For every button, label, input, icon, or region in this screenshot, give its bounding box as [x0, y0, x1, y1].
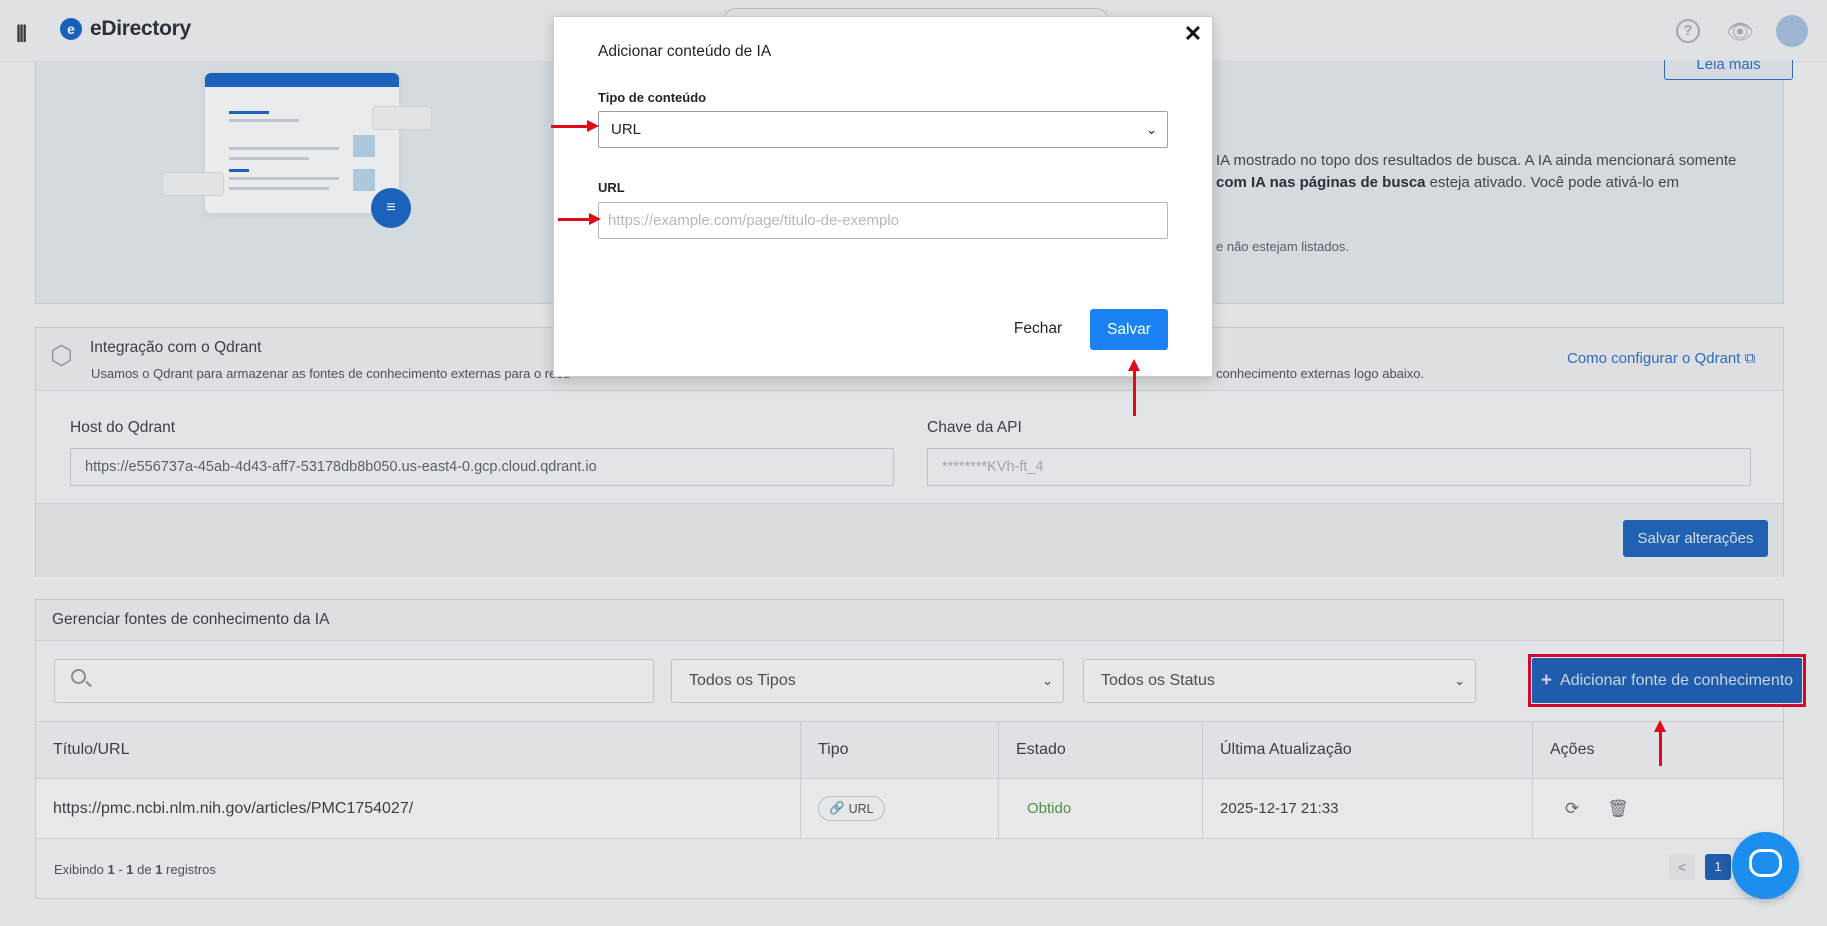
url-label: URL: [598, 180, 625, 195]
annotation-arrow-save: [1128, 359, 1140, 416]
content-type-label: Tipo de conteúdo: [598, 90, 707, 105]
content-type-select[interactable]: URL ⌄: [598, 111, 1168, 148]
close-icon[interactable]: ✕: [1182, 23, 1204, 45]
url-input[interactable]: [598, 202, 1168, 239]
close-button[interactable]: Fechar: [1003, 309, 1073, 349]
annotation-arrow-content-type: [551, 120, 599, 132]
save-button[interactable]: Salvar: [1090, 309, 1168, 350]
annotation-arrow-url: [558, 213, 601, 225]
add-ai-content-modal: ✕ Adicionar conteúdo de IA Tipo de conte…: [553, 16, 1213, 377]
chevron-down-icon: ⌄: [1146, 122, 1157, 137]
annotation-arrow-add-source: [1654, 720, 1666, 766]
chat-icon: [1749, 849, 1782, 877]
modal-title: Adicionar conteúdo de IA: [598, 43, 772, 60]
chat-support-button[interactable]: [1732, 832, 1799, 899]
